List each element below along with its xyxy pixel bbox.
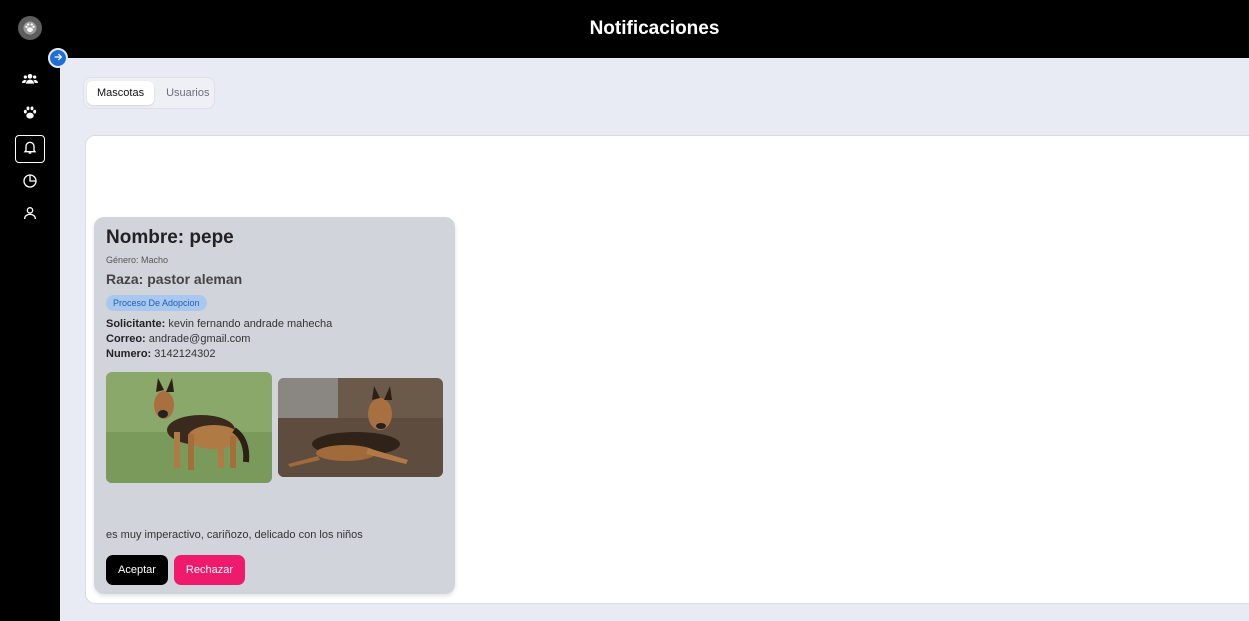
adoption-request-card: Nombre: pepe Género: Macho Raza: pastor … — [94, 217, 455, 594]
pet-photo — [278, 378, 443, 477]
phone-value: 3142124302 — [151, 348, 216, 360]
paw-logo-icon — [18, 16, 42, 40]
tab-mascotas[interactable]: Mascotas — [87, 81, 155, 105]
applicant-value: kevin fernando andrade mahecha — [165, 318, 333, 330]
bell-icon — [22, 139, 38, 160]
accept-button[interactable]: Aceptar — [106, 555, 168, 585]
users-icon — [22, 71, 38, 92]
page-title: Notificaciones — [589, 18, 720, 39]
paw-icon — [22, 105, 38, 126]
status-badge: Proceso De Adopcion — [106, 295, 207, 311]
pet-name: Nombre: pepe — [106, 227, 234, 248]
user-icon — [22, 205, 38, 226]
sidebar-item-pets[interactable] — [15, 101, 45, 129]
sidebar-item-stats[interactable] — [15, 169, 45, 197]
sidebar-item-notifications[interactable] — [15, 135, 45, 163]
pet-photo — [106, 372, 272, 483]
phone-row: Numero: 3142124302 — [106, 347, 443, 362]
applicant-label: Solicitante: — [106, 318, 166, 330]
email-value: andrade@gmail.com — [145, 333, 251, 345]
pet-description: es muy imperactivo, cariñozo, delicado c… — [106, 529, 363, 541]
tab-bar: Mascotas Usuarios — [83, 77, 215, 109]
sidebar — [0, 0, 60, 621]
arrow-right-icon — [53, 49, 63, 67]
expand-sidebar-button[interactable] — [48, 48, 68, 68]
sidebar-item-users[interactable] — [15, 67, 45, 95]
reject-button[interactable]: Rechazar — [173, 555, 245, 585]
tab-usuarios[interactable]: Usuarios — [156, 81, 219, 105]
applicant-row: Solicitante: kevin fernando andrade mahe… — [106, 317, 443, 332]
card-actions: Aceptar Rechazar — [106, 555, 245, 585]
pet-breed: Raza: pastor aleman — [106, 271, 243, 287]
sidebar-item-profile[interactable] — [15, 201, 45, 229]
email-label: Correo: — [106, 333, 146, 345]
pet-photos — [106, 372, 443, 483]
pie-chart-icon — [22, 173, 38, 194]
phone-label: Numero: — [106, 348, 152, 360]
pet-gender: Género: Macho — [106, 255, 169, 265]
top-header: Notificaciones — [60, 0, 1249, 58]
email-row: Correo: andrade@gmail.com — [106, 332, 443, 347]
applicant-info: Solicitante: kevin fernando andrade mahe… — [106, 317, 443, 362]
